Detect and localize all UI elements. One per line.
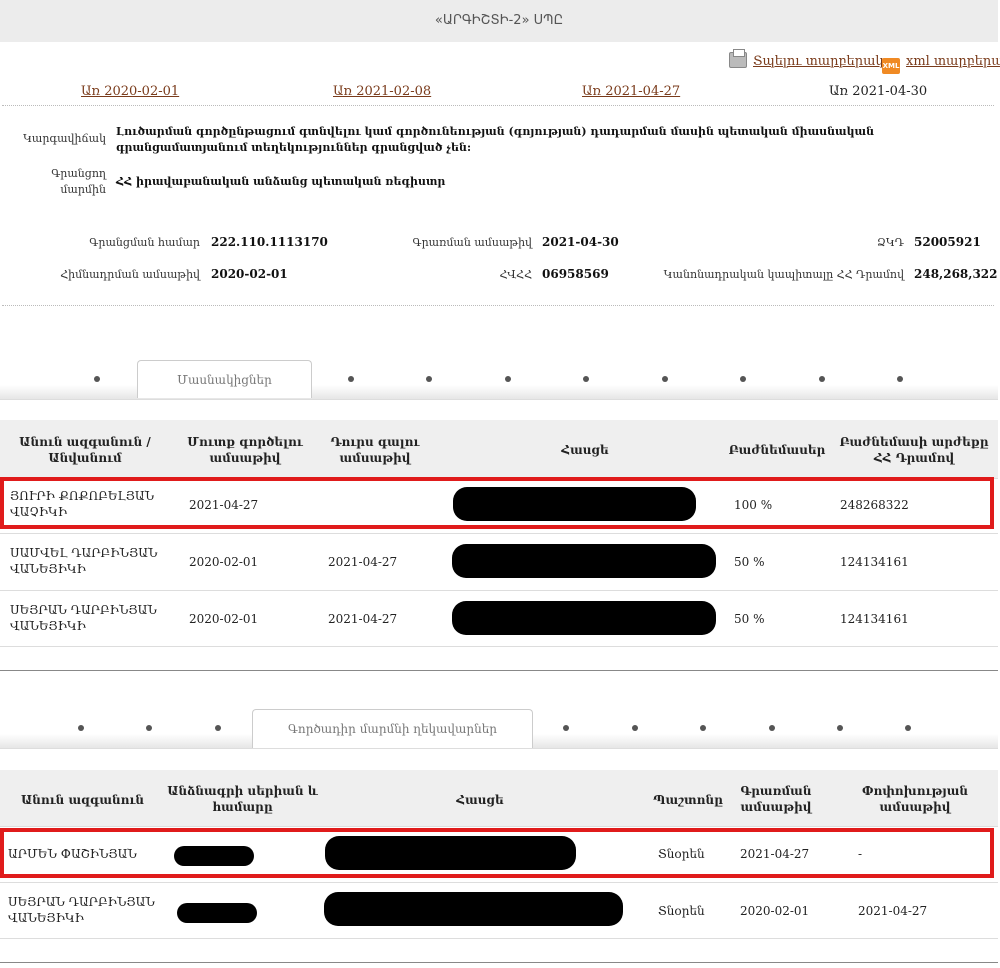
printer-icon: [729, 49, 747, 68]
record-date-value: 2021-04-30: [542, 235, 619, 249]
redacted-passport: [177, 903, 257, 923]
col-entry-date: Մուտք գործելու ամսաթիվ: [187, 435, 303, 465]
tab-dot[interactable]: [700, 725, 706, 731]
col-address: Հասցե: [561, 443, 609, 457]
col-record-date: Գրառման ամսաթիվ: [740, 784, 812, 814]
section-divider: [0, 962, 998, 963]
manager-position: Տնօրեն: [658, 904, 705, 918]
col-exit-date: Դուրս գալու ամսաթիվ: [330, 435, 420, 465]
divider: [2, 305, 994, 306]
hvhh-label: ՀՎՀՀ: [499, 268, 532, 281]
redacted-address: [452, 544, 716, 578]
tab-dot[interactable]: [94, 376, 100, 382]
tab-dot[interactable]: [740, 376, 746, 382]
col-share-value: Բաժնեմասի արժեքը ՀՀ Դրամով: [839, 435, 989, 465]
date-link-2020-02-01[interactable]: Առ 2020-02-01: [81, 84, 179, 99]
record-date-label: Գրառման ամսաթիվ: [412, 236, 533, 249]
divider: [2, 105, 994, 106]
zkd-value: 52005921: [914, 235, 981, 249]
tab-dot[interactable]: [563, 725, 569, 731]
manager-change-date: 2021-04-27: [858, 904, 928, 918]
col-name: Անուն ազգանուն / Անվանում: [19, 435, 151, 465]
col-name: Անուն ազգանուն: [20, 793, 145, 807]
xml-file-icon: XML: [882, 58, 900, 74]
capital-label: Կանոնադրական կապիտալը ՀՀ Դրամով: [663, 268, 904, 281]
participant-entry-date: 2020-02-01: [189, 612, 259, 626]
capital-value: 248,268,322: [914, 267, 998, 281]
date-link-2021-04-27[interactable]: Առ 2021-04-27: [582, 84, 680, 99]
tab-dot[interactable]: [583, 376, 589, 382]
participant-name: ՍԱՄՎԵԼ ԴԱՐԲԻՆՅԱՆ ՎԱՆԵՅԻԿԻ: [10, 546, 158, 576]
section-divider: [0, 670, 998, 671]
date-link-2021-02-08[interactable]: Առ 2021-02-08: [333, 84, 431, 99]
row-divider: [0, 938, 998, 939]
col-address: Հասցե: [456, 793, 504, 807]
reg-number-value: 222.110.1113170: [211, 235, 328, 249]
participant-name: ՍԵՅՐԱՆ ԴԱՐԲԻՆՅԱՆ ՎԱՆԵՅԻԿԻ: [10, 603, 157, 633]
manager-record-date: 2020-02-01: [740, 904, 810, 918]
tab-dot[interactable]: [632, 725, 638, 731]
founding-date-label: Հիմնադրման ամսաթիվ: [60, 268, 200, 281]
tab-dot[interactable]: [426, 376, 432, 382]
row-divider: [0, 646, 998, 647]
col-position: Պաշտոնը: [653, 793, 723, 807]
reg-number-label: Գրանցման համար: [89, 236, 200, 249]
status-label: Կարգավիճակ: [23, 132, 106, 145]
tab-dot[interactable]: [215, 725, 221, 731]
participant-share-value: 124134161: [840, 612, 909, 626]
founding-date-value: 2020-02-01: [211, 267, 288, 281]
row-divider: [0, 826, 998, 827]
tab-dot[interactable]: [897, 376, 903, 382]
tab-executive-managers[interactable]: Գործադիր մարմնի ղեկավարներ: [252, 709, 533, 748]
row-divider: [0, 533, 998, 534]
row-divider: [0, 590, 998, 591]
current-date: Առ 2021-04-30: [829, 84, 928, 99]
participant-exit-date: 2021-04-27: [328, 555, 398, 569]
registering-body-value: ՀՀ իրավաբանական անձանց պետական ռեգիստր: [116, 175, 446, 188]
hvhh-value: 06958569: [542, 267, 609, 281]
zkd-label: ՁԿԴ: [876, 236, 904, 249]
tab-dot[interactable]: [505, 376, 511, 382]
redacted-address: [324, 892, 623, 926]
participant-share: 50 %: [734, 555, 765, 569]
tab-dot[interactable]: [819, 376, 825, 382]
participant-entry-date: 2020-02-01: [189, 555, 259, 569]
tab-dot[interactable]: [662, 376, 668, 382]
row-divider: [0, 882, 998, 883]
tab-dot[interactable]: [769, 725, 775, 731]
tab-participants[interactable]: Մասնակիցներ: [137, 360, 312, 398]
tab-dot[interactable]: [837, 725, 843, 731]
participant-share: 50 %: [734, 612, 765, 626]
tab-dot[interactable]: [905, 725, 911, 731]
page-title: «ԱՐԳԻՇՏԻ-2» ՍՊԸ: [434, 13, 564, 28]
status-value: Լուծարման գործընթացում գտնվելու կամ գործ…: [116, 125, 875, 154]
xml-version-link[interactable]: XMLxml տարբերակ: [882, 50, 1000, 74]
col-shares: Բաժնեմասեր: [728, 443, 826, 457]
manager-name: ՍԵՅՐԱՆ ԴԱՐԲԻՆՅԱՆ ՎԱՆԵՅԻԿԻ: [8, 895, 155, 925]
participant-exit-date: 2021-04-27: [328, 612, 398, 626]
col-passport: Անձնագրի սերիան և համարը: [167, 784, 318, 814]
highlight-box: [0, 477, 994, 529]
participant-share-value: 124134161: [840, 555, 909, 569]
redacted-address: [452, 601, 716, 635]
col-change-date: Փոփոխության ամսաթիվ: [862, 784, 968, 814]
tab-dot[interactable]: [146, 725, 152, 731]
tab-dot[interactable]: [348, 376, 354, 382]
print-version-link[interactable]: Տպելու տարբերակ: [729, 49, 884, 69]
tab-dot[interactable]: [78, 725, 84, 731]
title-bar: «ԱՐԳԻՇՏԻ-2» ՍՊԸ: [0, 0, 998, 42]
registering-body-label: Գրանցող մարմին: [51, 167, 106, 196]
highlight-box: [0, 828, 994, 878]
